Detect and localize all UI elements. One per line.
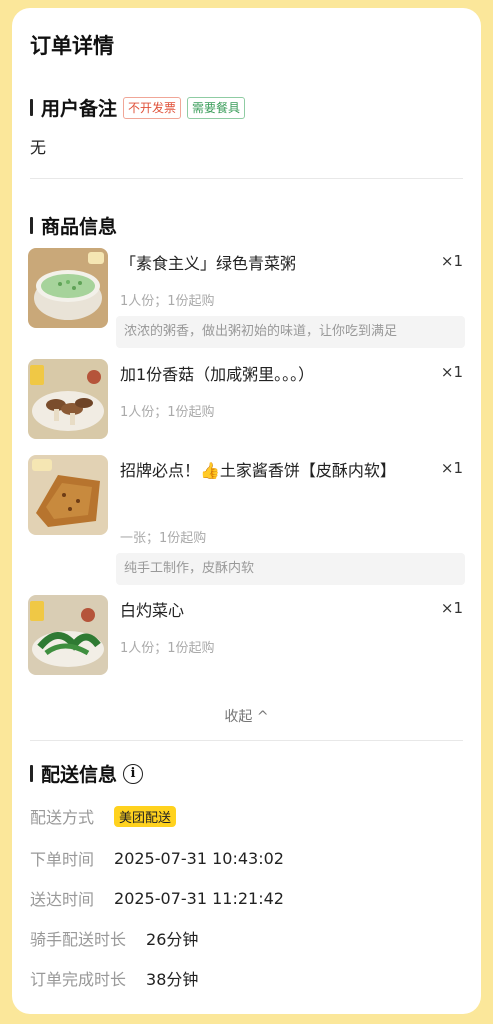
delivery-heading: 配送信息 [41,764,118,786]
arrive-time-label: 送达时间 [30,890,95,909]
product-spec: 1人份；1份起购 [120,405,215,420]
product-image-sauce-pancake [28,455,108,535]
rider-duration-row: 骑手配送时长 26分钟 [30,926,198,950]
product-quantity: ×1 [440,363,463,381]
product-image-choy-sum [28,595,108,675]
order-time-row: 下单时间 2025-07-31 10:43:02 [30,846,284,870]
product-item: 「素食主义」绿色青菜粥 ×1 1人份；1份起购 浓浓的粥香，做出粥初始的味道，让… [28,248,465,348]
arrive-time-value: 2025-07-31 11:21:42 [114,888,284,908]
section-marker [30,99,33,116]
order-time-label: 下单时间 [30,850,95,869]
divider [30,178,463,179]
product-item: 招牌必点！👍土家酱香饼【皮酥内软】 ×1 一张；1份起购 纯手工制作，皮酥内软 [28,455,465,585]
no-invoice-tag: 不开发票 [123,96,182,119]
section-marker [30,765,33,782]
product-description: 纯手工制作，皮酥内软 [116,553,465,585]
collapse-button[interactable]: 收起 ^ [12,706,481,726]
product-image-green-porridge [28,248,108,328]
order-time-value: 2025-07-31 10:43:02 [114,848,284,868]
remarks-heading: 用户备注 [41,98,118,120]
complete-duration-row: 订单完成时长 38分钟 [30,966,198,990]
remark-content: 无 [30,138,47,157]
delivery-method-row: 配送方式 美团配送 [30,804,177,828]
page-title: 订单详情 [30,34,114,58]
product-name: 加1份香菇（加咸粥里。。。） [120,365,315,384]
product-item: 白灼菜心 ×1 1人份；1份起购 [28,595,465,675]
rider-duration-label: 骑手配送时长 [30,930,127,949]
arrive-time-row: 送达时间 2025-07-31 11:21:42 [30,886,284,910]
product-spec: 1人份；1份起购 [120,294,215,309]
product-name: 招牌必点！👍土家酱香饼【皮酥内软】 [120,461,396,480]
order-detail-card: 订单详情 用户备注 不开发票 需要餐具 无 商品信息 「素食主义」绿色青菜粥 ×… [12,8,481,1014]
delivery-section-header: 配送信息 i [30,760,144,787]
delivery-method-badge: 美团配送 [114,805,177,827]
info-icon[interactable]: i [123,763,144,784]
products-section-header: 商品信息 [30,212,117,239]
product-item: 加1份香菇（加咸粥里。。。） ×1 1人份；1份起购 [28,359,465,439]
product-quantity: ×1 [440,459,463,477]
product-spec: 一张；1份起购 [120,531,207,546]
rider-duration-value: 26分钟 [146,930,199,949]
product-quantity: ×1 [440,252,463,270]
complete-duration-value: 38分钟 [146,970,199,989]
remarks-section-header: 用户备注 不开发票 需要餐具 [30,94,246,121]
product-description: 浓浓的粥香，做出粥初始的味道，让你吃到满足 [116,316,465,348]
product-image-mushroom [28,359,108,439]
section-marker [30,217,33,234]
complete-duration-label: 订单完成时长 [30,970,127,989]
product-quantity: ×1 [440,599,463,617]
need-utensils-tag: 需要餐具 [187,96,246,119]
product-name: 「素食主义」绿色青菜粥 [120,254,297,273]
product-spec: 1人份；1份起购 [120,641,215,656]
divider [30,740,463,741]
delivery-method-label: 配送方式 [30,808,95,827]
product-name: 白灼菜心 [120,601,185,620]
products-heading: 商品信息 [41,216,118,238]
